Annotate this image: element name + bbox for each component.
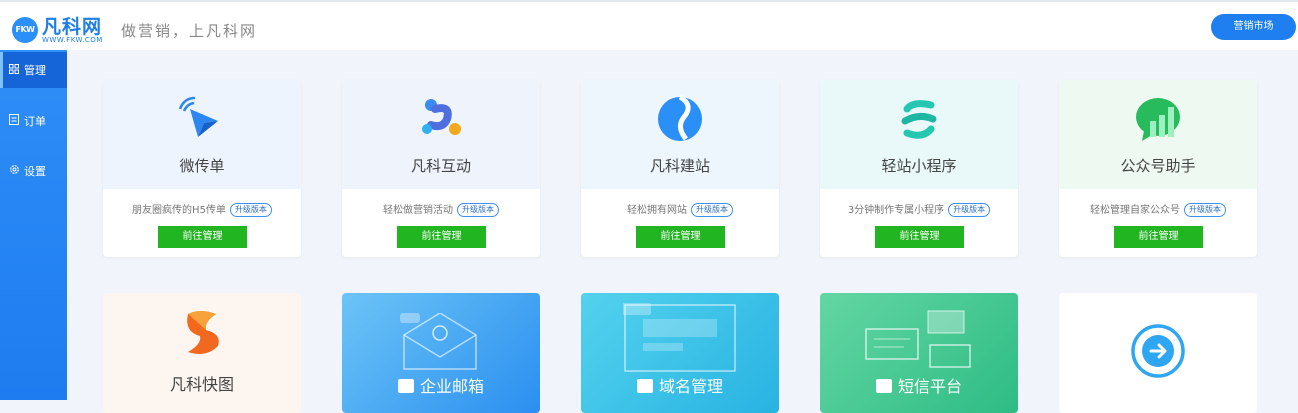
top-bar: FKW 凡科网 WWW.FKW.COM 做营销，上凡科网 营销市场 bbox=[0, 0, 1298, 50]
logo-url: WWW.FKW.COM bbox=[42, 36, 103, 44]
service-title: 企业邮箱 bbox=[342, 373, 540, 397]
sms-logo-icon bbox=[875, 379, 892, 393]
domain-icon bbox=[621, 303, 737, 373]
service-title: 短信平台 bbox=[820, 373, 1018, 397]
service-card-quick-image[interactable]: 凡科快图 bbox=[103, 293, 301, 413]
mail-logo-icon bbox=[397, 379, 414, 393]
service-card-sms[interactable]: 短信平台 bbox=[820, 293, 1018, 413]
card-description: 轻松管理自家公众号 升级版本 bbox=[1059, 201, 1257, 217]
sidebar-item-manage[interactable]: 管理 bbox=[0, 52, 67, 88]
logo-name: 凡科网 bbox=[42, 16, 103, 38]
card-title: 凡科互动 bbox=[410, 157, 471, 175]
service-card-enterprise-mail[interactable]: 企业邮箱 bbox=[342, 293, 540, 413]
settings-icon bbox=[8, 164, 20, 178]
slogan: 做营销，上凡科网 bbox=[121, 22, 258, 40]
sidebar-item-label: 管理 bbox=[24, 64, 46, 77]
card-description: 朋友圈疯传的H5传单 升级版本 bbox=[103, 201, 301, 217]
card-description: 轻松拥有网站 升级版本 bbox=[581, 201, 779, 217]
arrow-right-circle-icon[interactable] bbox=[1130, 323, 1186, 379]
upgrade-badge[interactable]: 升级版本 bbox=[1184, 203, 1226, 217]
quick-image-icon bbox=[180, 308, 226, 358]
go-manage-button[interactable]: 前往管理 bbox=[1114, 226, 1203, 248]
sidebar: 管理 订单 设置 bbox=[0, 50, 67, 400]
site-icon bbox=[656, 94, 704, 143]
domain-logo-icon bbox=[636, 379, 653, 393]
upgrade-badge[interactable]: 升级版本 bbox=[229, 203, 272, 217]
card-description: 轻松做营销活动 升级版本 bbox=[342, 201, 540, 217]
service-title: 凡科快图 bbox=[169, 375, 234, 394]
product-card-gongzhonghao-zhushou[interactable]: 公众号助手 轻松管理自家公众号 升级版本 前往管理 bbox=[1059, 80, 1257, 257]
card-title: 凡科建站 bbox=[649, 157, 710, 175]
card-desc-text: 轻松拥有网站 bbox=[627, 205, 687, 216]
interaction-icon bbox=[417, 95, 465, 143]
marketing-market-button[interactable]: 营销市场 bbox=[1211, 14, 1296, 40]
upgrade-badge[interactable]: 升级版本 bbox=[457, 203, 499, 217]
service-title-text: 企业邮箱 bbox=[419, 377, 484, 396]
card-desc-text: 轻松做营销活动 bbox=[383, 205, 453, 216]
upgrade-badge[interactable]: 升级版本 bbox=[948, 203, 991, 217]
card-desc-text: 朋友圈疯传的H5传单 bbox=[132, 205, 226, 216]
sidebar-item-orders[interactable]: 订单 bbox=[0, 103, 67, 139]
go-manage-button[interactable]: 前往管理 bbox=[875, 226, 964, 248]
go-manage-button[interactable]: 前往管理 bbox=[158, 226, 247, 248]
service-card-more[interactable] bbox=[1059, 293, 1257, 413]
official-account-icon bbox=[1134, 95, 1182, 143]
product-card-weichuandan[interactable]: 微传单 朋友圈疯传的H5传单 升级版本 前往管理 bbox=[103, 80, 301, 257]
card-title: 公众号助手 bbox=[1120, 157, 1196, 175]
logo-mark: FKW bbox=[12, 17, 38, 43]
mini-program-icon bbox=[895, 95, 943, 143]
service-title-text: 短信平台 bbox=[897, 377, 962, 396]
logo[interactable]: FKW 凡科网 WWW.FKW.COM bbox=[12, 14, 120, 46]
service-title-text: 域名管理 bbox=[658, 377, 723, 396]
go-manage-button[interactable]: 前往管理 bbox=[636, 226, 725, 248]
sms-icon bbox=[864, 303, 974, 373]
product-card-qingzhan-xiaochengxu[interactable]: 轻站小程序 3分钟制作专属小程序 升级版本 前往管理 bbox=[820, 80, 1018, 257]
service-title: 域名管理 bbox=[581, 373, 779, 397]
order-icon bbox=[8, 114, 20, 128]
product-card-fanke-hudong[interactable]: 凡科互动 轻松做营销活动 升级版本 前往管理 bbox=[342, 80, 540, 257]
card-desc-text: 轻松管理自家公众号 bbox=[1090, 205, 1180, 216]
grid-icon bbox=[8, 63, 20, 77]
card-title: 微传单 bbox=[179, 157, 225, 175]
service-card-domain[interactable]: 域名管理 bbox=[581, 293, 779, 413]
mail-icon bbox=[400, 312, 480, 373]
product-card-fanke-jianzhan[interactable]: 凡科建站 轻松拥有网站 升级版本 前往管理 bbox=[581, 80, 779, 257]
go-manage-button[interactable]: 前往管理 bbox=[397, 226, 486, 248]
sidebar-item-settings[interactable]: 设置 bbox=[0, 153, 67, 189]
card-description: 3分钟制作专属小程序 升级版本 bbox=[820, 201, 1018, 217]
card-desc-text: 3分钟制作专属小程序 bbox=[847, 205, 945, 216]
sidebar-item-label: 设置 bbox=[24, 165, 46, 178]
sidebar-item-label: 订单 bbox=[24, 115, 46, 128]
upgrade-badge[interactable]: 升级版本 bbox=[691, 203, 733, 217]
card-title: 轻站小程序 bbox=[881, 157, 957, 175]
send-arrow-icon bbox=[178, 95, 226, 143]
